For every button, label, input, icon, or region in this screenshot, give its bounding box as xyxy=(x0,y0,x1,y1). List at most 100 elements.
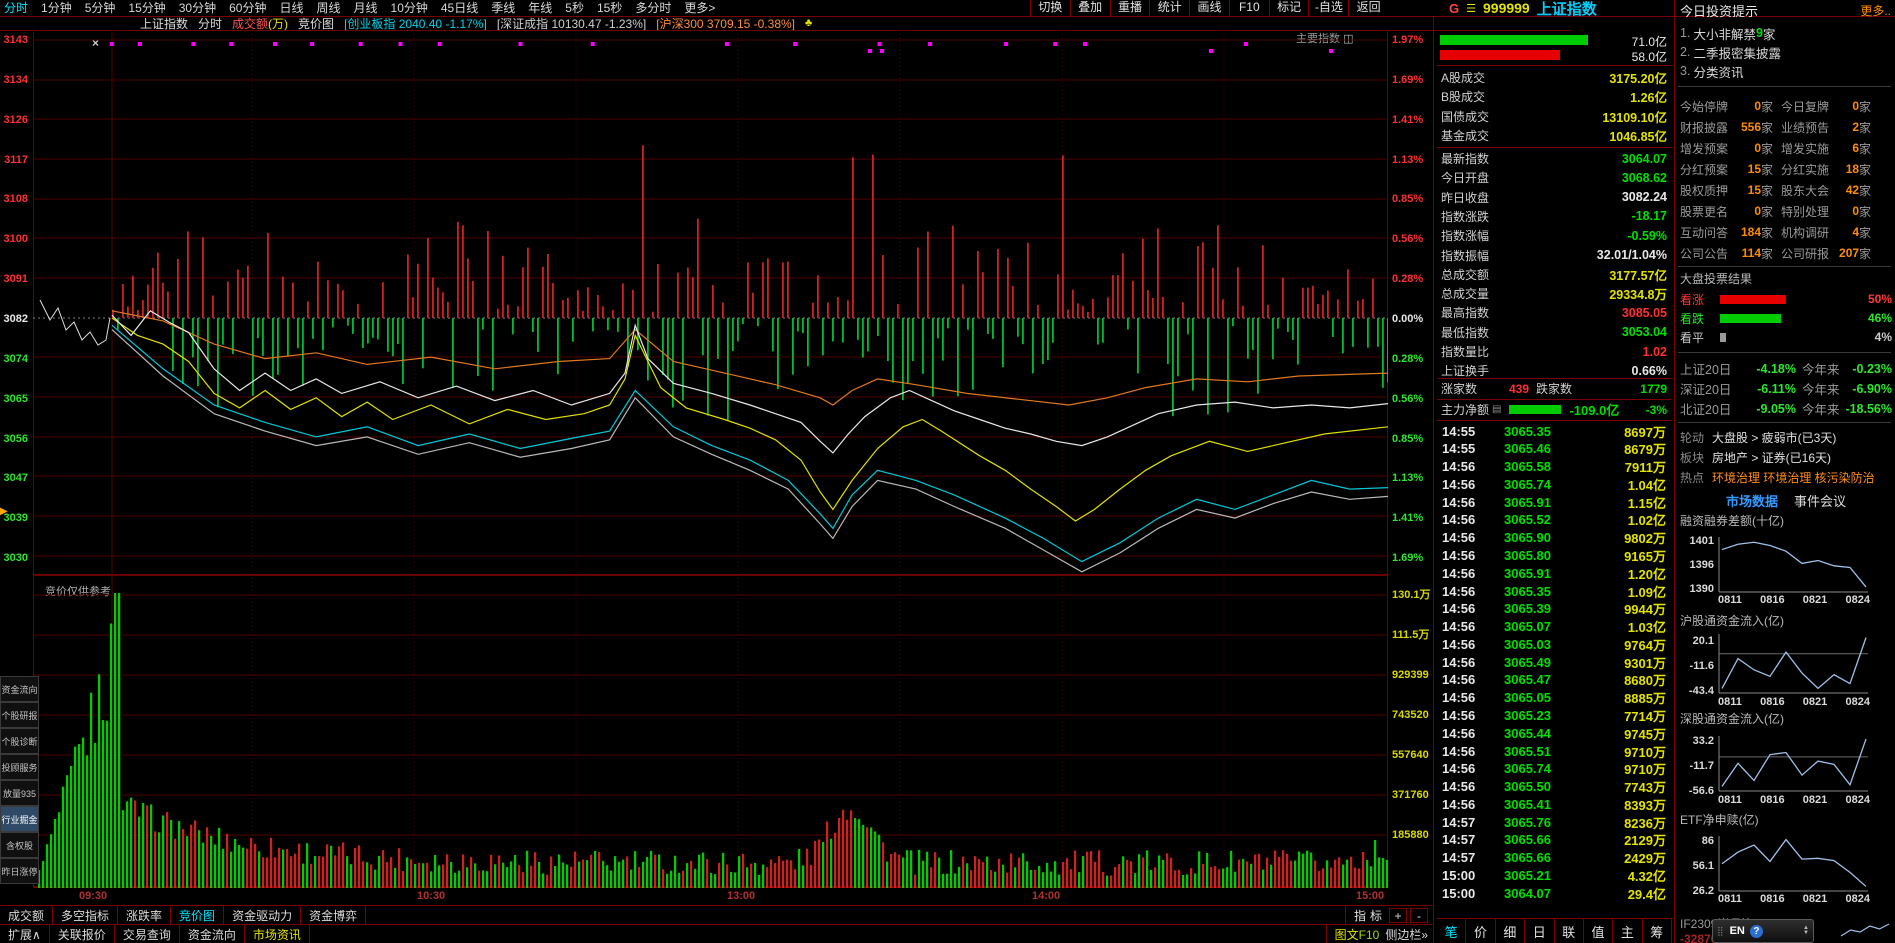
news-item[interactable]: 1. 大小非解禁 9 家 xyxy=(1680,25,1892,41)
tick-row[interactable]: 14:56 3065.51 9710万 xyxy=(1437,742,1672,760)
tick-row[interactable]: 14:56 3065.23 7714万 xyxy=(1437,706,1672,724)
sidebar-item-昨日涨停[interactable]: 昨日涨停 xyxy=(0,858,39,884)
f10-button[interactable]: 图文F10 xyxy=(1335,926,1380,943)
toolbar-button-F10[interactable]: F10 xyxy=(1228,0,1269,16)
period-tab-1分钟[interactable]: 1分钟 xyxy=(41,0,72,16)
overlay-index-label-2[interactable]: [沪深300 3709.15 -0.38%] xyxy=(656,15,795,32)
vote-row-看跌[interactable]: 看跌 46% xyxy=(1680,311,1892,325)
function-tab-交易查询[interactable]: 交易查询 xyxy=(115,925,180,943)
symbol-code[interactable]: 999999 xyxy=(1483,0,1530,16)
period-tab-5分钟[interactable]: 5分钟 xyxy=(85,0,116,16)
toolbar-button-切换[interactable]: 切换 xyxy=(1030,0,1070,16)
overlay-index-label-0[interactable]: [创业板指 2040.40 -1.17%] xyxy=(344,15,487,32)
tick-row[interactable]: 14:56 3065.91 1.15亿 xyxy=(1437,493,1672,511)
chart-mode-label[interactable]: 分时 xyxy=(198,15,222,32)
tick-tab-日[interactable]: 日 xyxy=(1525,919,1555,943)
toolbar-button-叠加[interactable]: 叠加 xyxy=(1069,0,1110,16)
menu-icon[interactable]: ☰ xyxy=(1466,2,1476,15)
market-tab-事件会议[interactable]: 事件会议 xyxy=(1794,492,1846,509)
toolbar-button-重播[interactable]: 重播 xyxy=(1109,0,1150,16)
sidebar-item-行业掘金[interactable]: 行业掘金 xyxy=(0,806,39,832)
tick-row[interactable]: 14:55 3065.46 8679万 xyxy=(1437,440,1672,458)
tick-row[interactable]: 14:56 3065.07 1.03亿 xyxy=(1437,618,1672,636)
tick-row[interactable]: 14:56 3065.05 8885万 xyxy=(1437,689,1672,707)
bell-icon[interactable]: ♣ xyxy=(805,17,812,29)
symbol-name[interactable]: 上证指数 xyxy=(1537,0,1597,19)
remove-indicator-button[interactable]: - xyxy=(1410,908,1428,923)
tick-tab-细[interactable]: 细 xyxy=(1496,919,1526,943)
tick-tab-筹[interactable]: 筹 xyxy=(1643,919,1672,943)
ime-collapse-icon[interactable]: ▲ ▼ xyxy=(1803,925,1809,936)
tick-tab-价[interactable]: 价 xyxy=(1466,919,1496,943)
tick-tab-主[interactable]: 主 xyxy=(1613,919,1643,943)
add-indicator-button[interactable]: + xyxy=(1389,908,1407,923)
indicator-tab-多空指标[interactable]: 多空指标 xyxy=(53,906,119,925)
tick-row[interactable]: 14:55 3065.35 8697万 xyxy=(1437,422,1672,440)
tick-tab-笔[interactable]: 笔 xyxy=(1437,919,1467,943)
indicator-tab-竞价图[interactable]: 竞价图 xyxy=(171,906,225,925)
tick-row[interactable]: 14:56 3065.35 1.09亿 xyxy=(1437,582,1672,600)
sidebar-item-投顾服务[interactable]: 投顾服务 xyxy=(0,754,39,780)
sidebar-item-资金流向[interactable]: 资金流向 xyxy=(0,676,39,702)
toolbar-button-统计[interactable]: 统计 xyxy=(1149,0,1189,16)
sidebar-item-个股研报[interactable]: 个股研报 xyxy=(0,702,39,728)
intraday-chart[interactable] xyxy=(33,30,1388,888)
toolbar-button--自选[interactable]: -自选 xyxy=(1308,0,1348,16)
sidebar-toggle-button[interactable]: 侧边栏» xyxy=(1385,926,1428,943)
detail-icon[interactable]: ▤ xyxy=(1492,404,1501,415)
ime-help-icon[interactable]: ? xyxy=(1749,924,1763,938)
rotation-row-轮动[interactable]: 轮动 大盘股 > 疲弱市(已3天) xyxy=(1680,429,1892,446)
indicator-tab-资金博弈[interactable]: 资金博弈 xyxy=(301,906,367,925)
sidebar-item-含权股[interactable]: 含权股 xyxy=(0,832,39,858)
tick-row[interactable]: 14:56 3065.03 9764万 xyxy=(1437,635,1672,653)
toolbar-button-返回[interactable]: 返回 xyxy=(1348,0,1388,16)
function-tab-资金流向[interactable]: 资金流向 xyxy=(180,925,245,943)
indicator-tab-成交额[interactable]: 成交额 xyxy=(0,906,54,925)
overlay-index-label-1[interactable]: [深证成指 10130.47 -1.23%] xyxy=(497,15,646,32)
function-tab-市场资讯[interactable]: 市场资讯 xyxy=(245,925,310,943)
tick-row[interactable]: 14:56 3065.80 9165万 xyxy=(1437,546,1672,564)
ime-grip-icon[interactable]: ⣿ xyxy=(1717,926,1725,937)
vote-row-看涨[interactable]: 看涨 50% xyxy=(1680,292,1892,306)
period-tab-分时[interactable]: 分时 xyxy=(4,0,28,16)
tick-row[interactable]: 14:56 3065.47 8680万 xyxy=(1437,671,1672,689)
function-tab-扩展∧[interactable]: 扩展∧ xyxy=(0,925,50,943)
market-tab-市场数据[interactable]: 市场数据 xyxy=(1726,492,1778,509)
news-item[interactable]: 3. 分类资讯 xyxy=(1680,63,1892,79)
function-tab-关联报价[interactable]: 关联报价 xyxy=(50,925,115,943)
news-item[interactable]: 2. 二季报密集披露 xyxy=(1680,44,1892,60)
rotation-row-板块[interactable]: 板块 房地产 > 证券(已16天) xyxy=(1680,449,1892,466)
tick-row[interactable]: 14:56 3065.91 1.20亿 xyxy=(1437,564,1672,582)
news-more-link[interactable]: 更多.. xyxy=(1860,3,1891,18)
indicator-label[interactable]: 成交额(万) xyxy=(232,15,288,32)
tick-row[interactable]: 14:56 3065.74 1.04亿 xyxy=(1437,475,1672,493)
indicator-tab-涨跌率[interactable]: 涨跌率 xyxy=(118,906,172,925)
tick-row[interactable]: 14:56 3065.52 1.02亿 xyxy=(1437,511,1672,529)
indicator-tab-资金驱动力[interactable]: 资金驱动力 xyxy=(224,906,302,925)
tick-row[interactable]: 14:56 3065.41 8393万 xyxy=(1437,795,1672,813)
toolbar-button-标记[interactable]: 标记 xyxy=(1268,0,1309,16)
auction-tab[interactable]: 竞价图 xyxy=(298,15,334,32)
tick-row[interactable]: 14:57 3065.76 8236万 xyxy=(1437,813,1672,831)
tick-row[interactable]: 14:57 3065.66 2429万 xyxy=(1437,849,1672,867)
tick-row[interactable]: 15:00 3065.21 4.32亿 xyxy=(1437,867,1672,885)
ime-language-toggle[interactable]: EN xyxy=(1730,925,1745,937)
sidebar-item-个股诊断[interactable]: 个股诊断 xyxy=(0,728,39,754)
tick-row[interactable]: 14:56 3065.50 7743万 xyxy=(1437,778,1672,796)
vote-row-看平[interactable]: 看平 4% xyxy=(1680,330,1892,344)
tick-row[interactable]: 14:56 3065.39 9944万 xyxy=(1437,600,1672,618)
tick-row[interactable]: 14:56 3065.58 7911万 xyxy=(1437,458,1672,476)
sidebar-expand-arrow-icon[interactable]: ▶ xyxy=(0,506,8,517)
tick-row[interactable]: 14:56 3065.90 9802万 xyxy=(1437,529,1672,547)
tick-tab-值[interactable]: 值 xyxy=(1584,919,1614,943)
tick-row[interactable]: 14:56 3065.49 9301万 xyxy=(1437,653,1672,671)
ime-language-bar[interactable]: ⣿ EN ? ▲ ▼ xyxy=(1712,919,1814,943)
rotation-row-热点[interactable]: 热点 环境治理 环境治理 核污染防治 xyxy=(1680,469,1892,486)
tick-row[interactable]: 14:56 3065.44 9745万 xyxy=(1437,724,1672,742)
tick-tab-联[interactable]: 联 xyxy=(1555,919,1584,943)
sidebar-item-放量935[interactable]: 放量935 xyxy=(0,780,39,806)
tick-row[interactable]: 14:56 3065.74 9710万 xyxy=(1437,760,1672,778)
tick-row[interactable]: 15:00 3064.07 29.4亿 xyxy=(1437,884,1672,902)
tick-row[interactable]: 14:57 3065.66 2129万 xyxy=(1437,831,1672,849)
toolbar-button-画线[interactable]: 画线 xyxy=(1189,0,1229,16)
